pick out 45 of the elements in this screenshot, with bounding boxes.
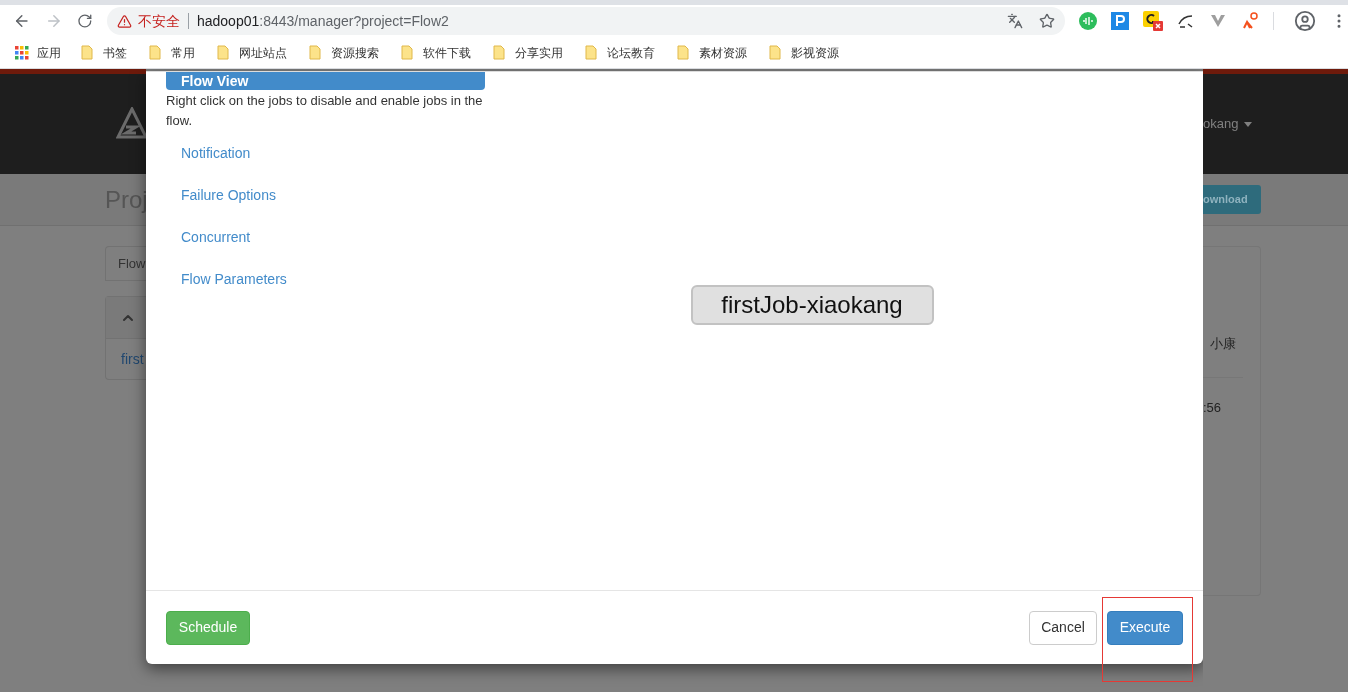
apps-bookmark[interactable]: 应用 bbox=[15, 43, 61, 62]
folder-icon bbox=[149, 45, 161, 60]
apps-grid-icon[interactable] bbox=[15, 45, 29, 60]
back-icon[interactable] bbox=[13, 12, 31, 30]
extension-icon[interactable] bbox=[1177, 12, 1195, 30]
folder-icon bbox=[81, 45, 93, 60]
option-link[interactable]: Concurrent bbox=[181, 216, 486, 258]
folder-icon bbox=[585, 45, 597, 60]
hint-text: Right click on the jobs to disable and enable jobs in the flow. bbox=[166, 92, 484, 130]
execute-button[interactable]: Execute bbox=[1107, 610, 1183, 645]
profile-icon[interactable] bbox=[1294, 10, 1316, 32]
flow-view-button[interactable]: Flow View bbox=[166, 72, 485, 90]
option-link[interactable]: Flow Parameters bbox=[181, 258, 486, 300]
folder-icon bbox=[401, 45, 413, 60]
logo-icon bbox=[116, 107, 146, 141]
user-menu[interactable]: okang bbox=[1203, 114, 1253, 134]
caret-icon bbox=[1244, 121, 1253, 127]
bookmark-folder[interactable]: 分享实用 bbox=[493, 43, 563, 62]
url-text: hadoop01:8443/manager?project=Flow2 bbox=[196, 11, 449, 31]
bookmark-folder[interactable]: 论坛教育 bbox=[585, 43, 655, 62]
folder-icon bbox=[769, 45, 781, 60]
cancel-button[interactable]: Cancel bbox=[1029, 610, 1097, 645]
warning-icon bbox=[116, 13, 132, 29]
bookmark-star-icon[interactable] bbox=[1039, 13, 1055, 29]
owner-name: 小康 bbox=[1210, 334, 1236, 353]
folder-icon bbox=[309, 45, 321, 60]
bookmark-folder[interactable]: 书签 bbox=[81, 43, 127, 62]
extension-icon[interactable] bbox=[1143, 11, 1163, 31]
folder-icon bbox=[493, 45, 505, 60]
option-link[interactable]: Failure Options bbox=[181, 174, 486, 216]
reload-icon[interactable] bbox=[77, 13, 93, 29]
bookmark-folder[interactable]: 素材资源 bbox=[677, 43, 747, 62]
bookmark-folder[interactable]: 影视资源 bbox=[769, 43, 839, 62]
bookmark-folder[interactable]: 资源搜索 bbox=[309, 43, 379, 62]
time-text: :56 bbox=[1203, 398, 1222, 417]
bookmark-folder[interactable]: 常用 bbox=[149, 43, 195, 62]
folder-icon bbox=[217, 45, 229, 60]
address-bar[interactable]: 不安全 hadoop01:8443/manager?project=Flow2 bbox=[106, 7, 1065, 35]
translate-icon[interactable] bbox=[1007, 13, 1023, 29]
security-label: 不安全 bbox=[137, 11, 180, 31]
bookmark-folder[interactable]: 软件下载 bbox=[401, 43, 471, 62]
option-link[interactable]: Notification bbox=[181, 132, 486, 174]
bookmark-folder[interactable]: 网址站点 bbox=[217, 43, 287, 62]
folder-icon bbox=[677, 45, 689, 60]
job-node[interactable]: firstJob-xiaokang bbox=[690, 284, 934, 325]
